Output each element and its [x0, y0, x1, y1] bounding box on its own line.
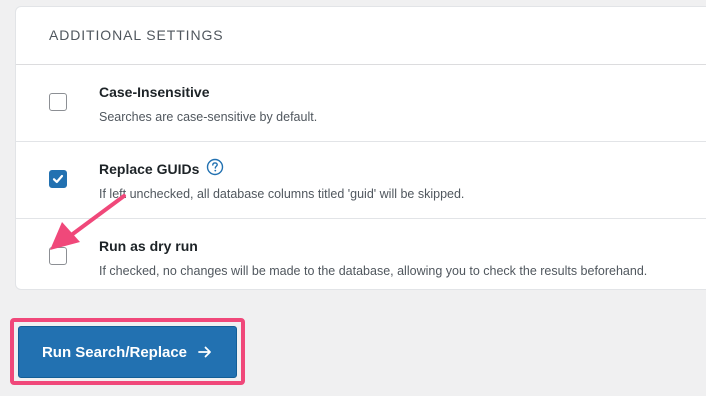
run-button-label: Run Search/Replace	[41, 343, 188, 361]
replace-guids-label[interactable]: Replace GUIDs	[99, 161, 199, 177]
case-insensitive-description: Searches are case-sensitive by default.	[99, 110, 318, 124]
dry-run-description: If checked, no changes will be made to t…	[99, 264, 648, 278]
run-search-replace-button[interactable]: Run Search/Replace	[18, 326, 237, 378]
replace-guids-checkbox[interactable]	[49, 170, 67, 188]
arrow-right-icon	[198, 346, 211, 358]
case-insensitive-label[interactable]: Case-Insensitive	[99, 84, 210, 100]
annotation-arrow-icon	[50, 194, 126, 250]
checkmark-icon	[52, 174, 64, 184]
panel-header: ADDITIONAL SETTINGS	[16, 7, 706, 65]
question-circle-icon[interactable]	[206, 158, 224, 176]
option-case-insensitive: Case-Insensitive Searches are case-sensi…	[16, 65, 706, 142]
case-insensitive-checkbox[interactable]	[49, 93, 67, 111]
replace-guids-description: If left unchecked, all database columns …	[99, 187, 465, 201]
panel-title: ADDITIONAL SETTINGS	[49, 27, 224, 43]
